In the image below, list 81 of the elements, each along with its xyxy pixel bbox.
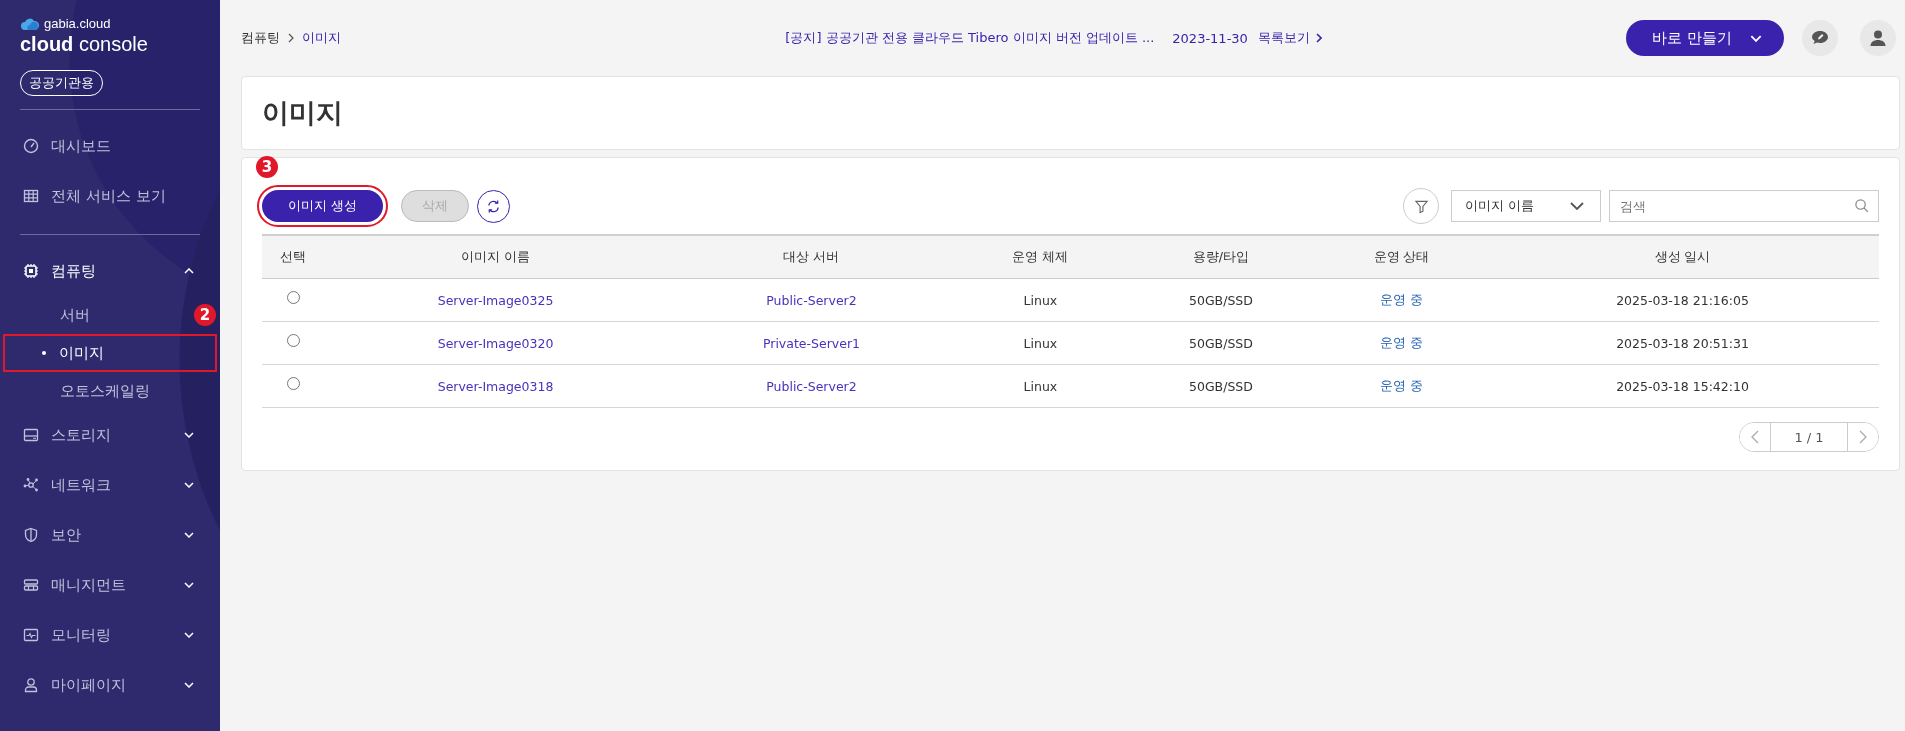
table-cell: Linux xyxy=(1023,335,1058,351)
page-title: 이미지 xyxy=(262,96,343,130)
table-cell: 50GB/SSD xyxy=(1189,378,1253,394)
sidebar-subitem[interactable]: 오토스케일링 xyxy=(60,372,150,410)
chevron-down-icon xyxy=(184,632,194,638)
notice-list-link[interactable]: 목록보기 xyxy=(1257,29,1310,47)
column-header: 운영 체제 xyxy=(1012,248,1069,264)
sidebar-group[interactable]: 스토리지 xyxy=(0,410,220,460)
chevron-right-icon xyxy=(1315,33,1322,43)
grid-icon xyxy=(23,188,39,204)
cloud-logo-icon xyxy=(20,16,40,31)
sidebar-item[interactable]: 전체 서비스 보기 xyxy=(0,171,220,221)
gauge-icon xyxy=(23,138,39,154)
sidebar-group[interactable]: 모니터링 xyxy=(0,610,220,660)
brand-name: gabia.cloud xyxy=(44,16,111,31)
chevron-up-icon xyxy=(184,268,194,274)
status-text: 운영 중 xyxy=(1380,334,1423,350)
table-cell: 2025-03-18 20:51:31 xyxy=(1616,335,1749,351)
column-header: 용량/타입 xyxy=(1192,248,1250,264)
filter-icon xyxy=(1413,198,1429,214)
server-rack-icon xyxy=(23,577,39,593)
chevron-down-icon xyxy=(184,582,194,588)
server-link[interactable]: Public-Server2 xyxy=(766,292,857,308)
chevron-down-icon xyxy=(1750,34,1762,42)
notice-date: 2023-11-30 xyxy=(1172,30,1248,46)
profile-button[interactable] xyxy=(1860,20,1896,56)
step-badge: 2 xyxy=(194,304,216,326)
step-badge: 3 xyxy=(256,156,278,178)
image-name-link[interactable]: Server-Image0318 xyxy=(437,378,554,394)
sidebar-group[interactable]: 마이페이지 xyxy=(0,660,220,710)
breadcrumb-current: 이미지 xyxy=(302,29,341,47)
sidebar-group[interactable]: 네트워크 xyxy=(0,460,220,510)
sidebar-subitem[interactable]: 이미지 xyxy=(3,334,217,372)
chevron-left-icon xyxy=(1751,430,1759,444)
quick-create-button[interactable]: 바로 만들기 xyxy=(1626,20,1784,56)
monitor-icon xyxy=(23,627,39,643)
chevron-down-icon xyxy=(184,682,194,688)
status-text: 운영 중 xyxy=(1380,377,1423,393)
chip-icon xyxy=(23,263,39,279)
sidebar-group[interactable]: 컴퓨팅 xyxy=(0,246,220,296)
chevron-right-icon xyxy=(288,33,294,43)
chevron-down-icon xyxy=(184,532,194,538)
column-header: 운영 상태 xyxy=(1373,248,1430,264)
sidebar-group[interactable]: 매니지먼트 xyxy=(0,560,220,610)
user-icon xyxy=(23,677,39,693)
chevron-down-icon xyxy=(184,482,194,488)
table-cell: 50GB/SSD xyxy=(1189,292,1253,308)
server-link[interactable]: Public-Server2 xyxy=(766,378,857,394)
sidebar-group[interactable]: 보안 xyxy=(0,510,220,560)
column-header: 생성 일시 xyxy=(1654,248,1711,264)
search-type-select[interactable]: 이미지 이름 xyxy=(1451,190,1601,222)
image-name-link[interactable]: Server-Image0320 xyxy=(437,335,554,351)
table-cell: 2025-03-18 15:42:10 xyxy=(1616,378,1749,394)
feedback-button[interactable] xyxy=(1802,20,1838,56)
table-cell: Linux xyxy=(1023,292,1058,308)
network-icon xyxy=(23,477,39,493)
status-text: 운영 중 xyxy=(1380,291,1423,307)
filter-button[interactable] xyxy=(1403,188,1439,224)
console-title: cloud console xyxy=(19,33,149,56)
column-header: 선택 xyxy=(280,248,306,264)
sidebar-item[interactable]: 대시보드 xyxy=(0,121,220,171)
column-header: 대상 서버 xyxy=(783,248,840,264)
table-cell: 2025-03-18 21:16:05 xyxy=(1616,292,1749,308)
shield-icon xyxy=(23,527,39,543)
table-cell: Linux xyxy=(1023,378,1058,394)
table-cell: 50GB/SSD xyxy=(1189,335,1253,351)
search-field[interactable]: 검색 xyxy=(1609,190,1879,222)
refresh-icon xyxy=(486,198,502,214)
refresh-button[interactable] xyxy=(477,189,511,223)
chevron-down-icon xyxy=(184,432,194,438)
chevron-down-icon xyxy=(1570,202,1584,210)
storage-icon xyxy=(23,427,39,443)
search-icon xyxy=(1854,198,1869,213)
breadcrumb-link[interactable]: 컴퓨팅 xyxy=(241,29,280,47)
server-link[interactable]: Private-Server1 xyxy=(762,335,860,351)
sidebar-subitem[interactable]: 서버 xyxy=(60,296,90,334)
chevron-right-icon xyxy=(1859,430,1867,444)
user-icon xyxy=(1868,28,1888,48)
image-name-link[interactable]: Server-Image0325 xyxy=(437,292,554,308)
notice-link[interactable]: [공지] 공공기관 전용 클라우드 Tibero 이미지 버전 업데이트 ... xyxy=(785,29,1155,47)
column-header: 이미지 이름 xyxy=(461,248,531,264)
